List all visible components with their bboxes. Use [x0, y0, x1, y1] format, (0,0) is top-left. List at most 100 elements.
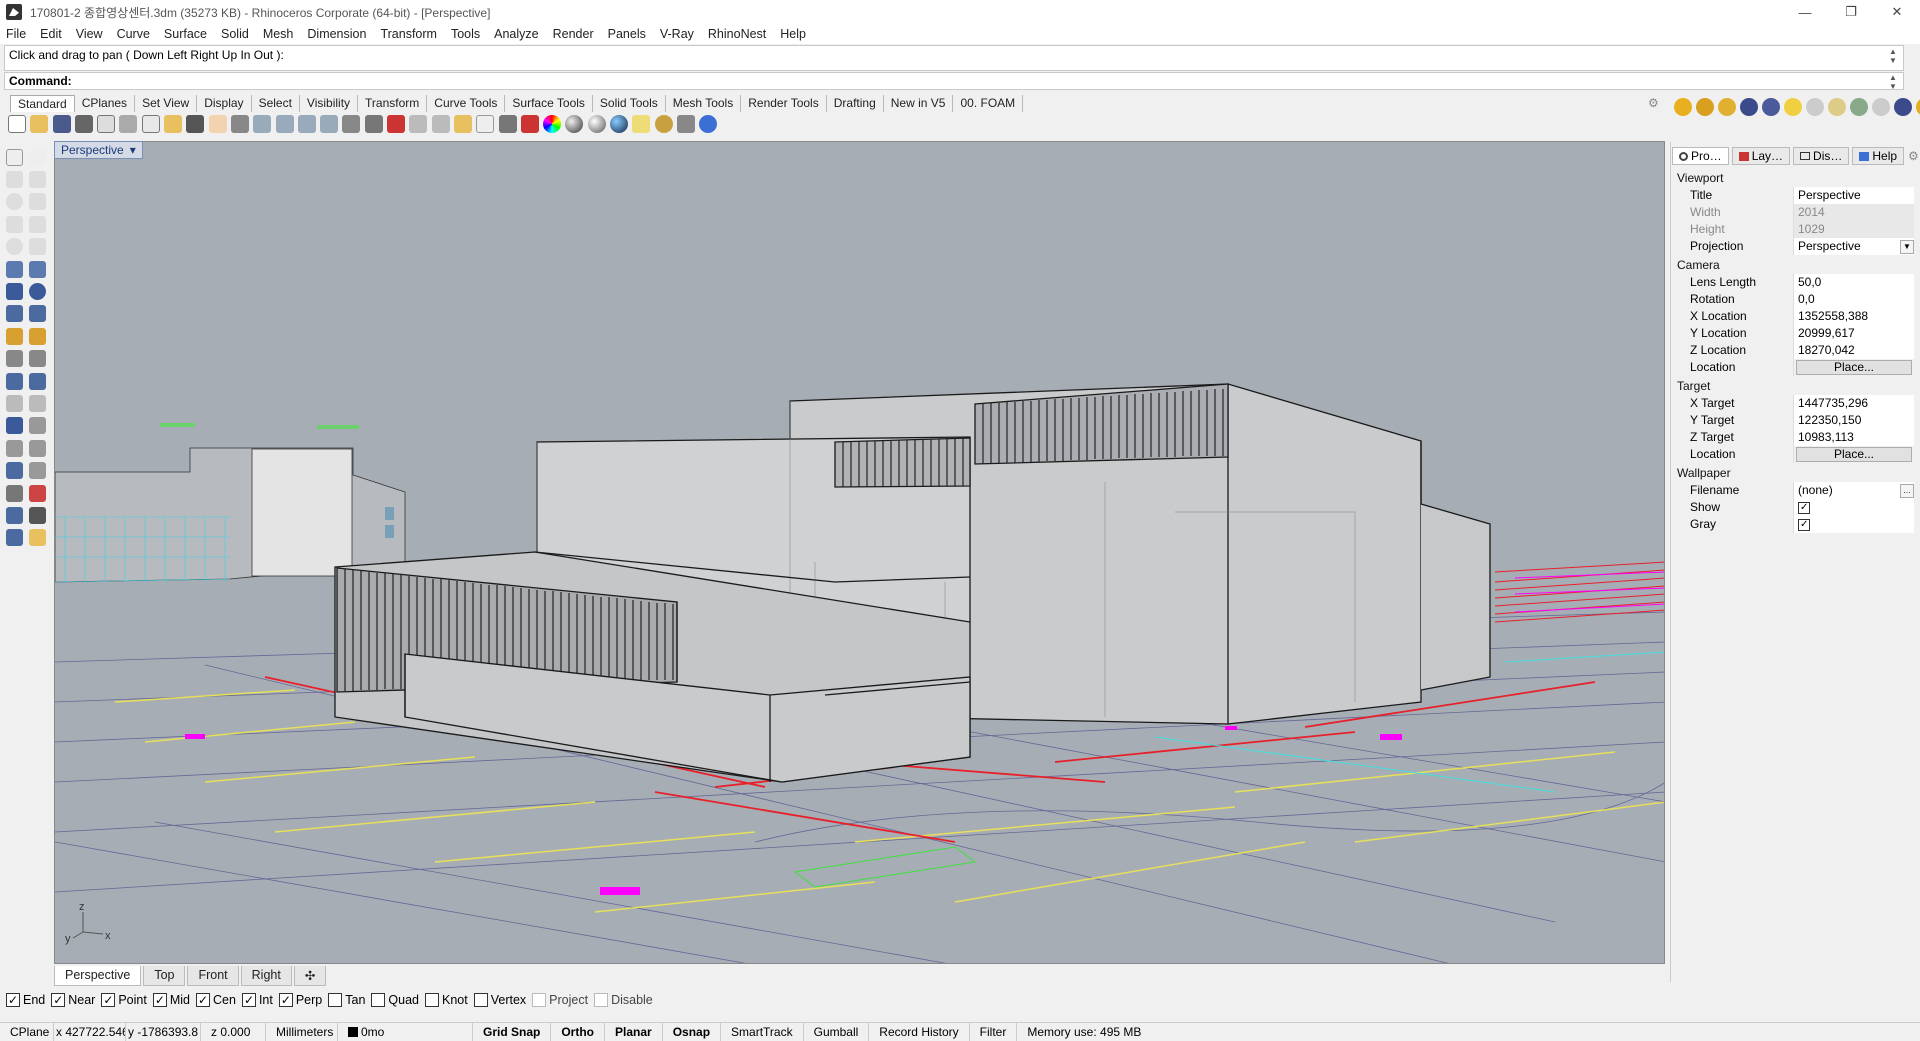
tab-top[interactable]: Top	[143, 966, 186, 986]
tab-transform[interactable]: Transform	[358, 95, 428, 112]
osnap-knot[interactable]: Knot	[425, 993, 468, 1007]
osnap-knot-checkbox[interactable]	[425, 993, 439, 1007]
osnap-int[interactable]: Int	[241, 993, 273, 1007]
status-grid-snap[interactable]: Grid Snap	[473, 1022, 552, 1041]
tab-right[interactable]: Right	[240, 966, 292, 986]
osnap-cen[interactable]: Cen	[196, 993, 236, 1007]
menu-file[interactable]: File	[6, 27, 26, 41]
minimize-button[interactable]: —	[1782, 0, 1828, 24]
curve-icon[interactable]	[29, 171, 46, 189]
text-icon[interactable]	[6, 417, 23, 435]
circle-icon[interactable]	[6, 193, 23, 211]
tab-properties[interactable]: Pro…	[1672, 147, 1729, 165]
trim-icon[interactable]	[6, 394, 23, 412]
plugin-m-icon[interactable]	[1674, 98, 1692, 116]
prop-lens-value[interactable]: 50,0	[1794, 274, 1914, 291]
rotate-view-icon[interactable]	[230, 115, 249, 133]
status-record-history[interactable]: Record History	[869, 1022, 970, 1041]
status-layer[interactable]: 0mo	[338, 1022, 473, 1041]
tab-front[interactable]: Front	[187, 966, 239, 986]
tab-solid-tools[interactable]: Solid Tools	[593, 95, 666, 112]
prop-z-location-value[interactable]: 18270,042	[1794, 342, 1914, 359]
menu-surface[interactable]: Surface	[164, 27, 207, 41]
osnap-int-checkbox[interactable]	[241, 993, 256, 1007]
material-icon[interactable]	[1850, 98, 1868, 116]
status-planar[interactable]: Planar	[605, 1022, 663, 1041]
status-filter[interactable]: Filter	[970, 1022, 1018, 1041]
viewport-menu-arrow-icon[interactable]: ▾	[130, 143, 136, 157]
plugin-help-icon[interactable]	[1894, 98, 1912, 116]
zoom-icon[interactable]	[253, 115, 272, 133]
plugin-gear-icon[interactable]	[1916, 98, 1920, 116]
status-gumball[interactable]: Gumball	[804, 1022, 870, 1041]
menu-curve[interactable]: Curve	[117, 27, 150, 41]
close-button[interactable]: ✕	[1874, 0, 1920, 24]
osnap-perp-checkbox[interactable]	[278, 993, 293, 1007]
prop-filename-value[interactable]: (none)…	[1794, 482, 1914, 499]
tab-surface-tools[interactable]: Surface Tools	[505, 95, 593, 112]
hide-objects-icon[interactable]	[431, 115, 450, 133]
extrude-icon[interactable]	[6, 305, 23, 323]
tab-layers[interactable]: Lay…	[1731, 147, 1791, 165]
tab-display-panel[interactable]: Dis…	[1793, 147, 1850, 165]
undo-icon[interactable]	[186, 115, 205, 133]
copy-icon[interactable]	[141, 115, 160, 133]
boolean-diff-icon[interactable]	[29, 372, 46, 390]
print-icon[interactable]	[74, 115, 93, 133]
osnap-vertex[interactable]: Vertex	[473, 993, 526, 1007]
perspective-viewport[interactable]: z x y	[54, 141, 1665, 964]
new-file-icon[interactable]	[8, 115, 26, 133]
osnap-tan[interactable]: Tan	[328, 993, 365, 1007]
render-sphere-icon[interactable]	[6, 529, 23, 547]
copy-tool-icon[interactable]	[29, 350, 46, 368]
color-wheel-icon[interactable]	[543, 115, 562, 133]
check-icon[interactable]	[29, 506, 46, 524]
paste-icon[interactable]	[164, 115, 183, 133]
osnap-vertex-checkbox[interactable]	[473, 993, 488, 1007]
paint-icon[interactable]	[29, 529, 46, 547]
group-icon[interactable]	[6, 439, 23, 457]
prop-title-value[interactable]: Perspective	[1794, 187, 1914, 204]
tab-display[interactable]: Display	[197, 95, 252, 112]
osnap-near-checkbox[interactable]	[51, 993, 66, 1007]
panel-gear-icon[interactable]: ⚙	[1908, 149, 1919, 163]
tab-foam[interactable]: 00. FOAM	[953, 95, 1024, 112]
osnap-quad[interactable]: Quad	[371, 993, 419, 1007]
render-icon[interactable]	[610, 115, 629, 133]
plugin-tag-icon[interactable]	[1696, 98, 1714, 116]
sphere-icon[interactable]	[29, 283, 46, 301]
fillet-icon[interactable]	[29, 260, 46, 278]
select-arrow-icon[interactable]	[6, 148, 23, 166]
history-scrollbar[interactable]: ▲ ▼	[1887, 47, 1899, 65]
menu-render[interactable]: Render	[553, 27, 594, 41]
light-plugin-icon[interactable]	[1828, 98, 1846, 116]
tab-curve-tools[interactable]: Curve Tools	[427, 95, 506, 112]
tab-new-in-v5[interactable]: New in V5	[884, 95, 954, 112]
rectangle-icon[interactable]	[29, 215, 46, 233]
plugin-r-icon[interactable]	[1740, 98, 1758, 116]
rendered-sphere-icon[interactable]	[587, 115, 606, 133]
osnap-quad-checkbox[interactable]	[371, 993, 386, 1007]
command-scrollbar[interactable]: ▲ ▼	[1887, 73, 1899, 91]
prop-x-target-value[interactable]: 1447735,296	[1794, 395, 1914, 412]
menu-solid[interactable]: Solid	[221, 27, 249, 41]
undo-view-icon[interactable]	[342, 115, 361, 133]
osnap-tan-checkbox[interactable]	[328, 993, 343, 1007]
command-line[interactable]: Command: ▲ ▼	[4, 72, 1904, 91]
tab-standard[interactable]: Standard	[10, 95, 75, 112]
tab-help-panel[interactable]: Help	[1852, 147, 1905, 165]
osnap-disable-checkbox[interactable]	[594, 993, 609, 1007]
cplane-icon[interactable]	[387, 115, 406, 133]
export-icon[interactable]	[97, 115, 116, 133]
array-icon[interactable]	[6, 484, 23, 502]
status-units[interactable]: Millimeters	[266, 1022, 338, 1041]
plugin-rt-icon[interactable]	[1762, 98, 1780, 116]
osnap-end[interactable]: End	[6, 993, 45, 1007]
menu-transform[interactable]: Transform	[380, 27, 437, 41]
arc2-icon[interactable]	[29, 238, 46, 256]
osnap-point-checkbox[interactable]	[101, 993, 116, 1007]
status-osnap[interactable]: Osnap	[663, 1022, 722, 1041]
toolbar-gear-icon[interactable]: ⚙	[1648, 96, 1659, 110]
menu-rhinonest[interactable]: RhinoNest	[708, 27, 766, 41]
polyline-icon[interactable]	[6, 171, 23, 189]
